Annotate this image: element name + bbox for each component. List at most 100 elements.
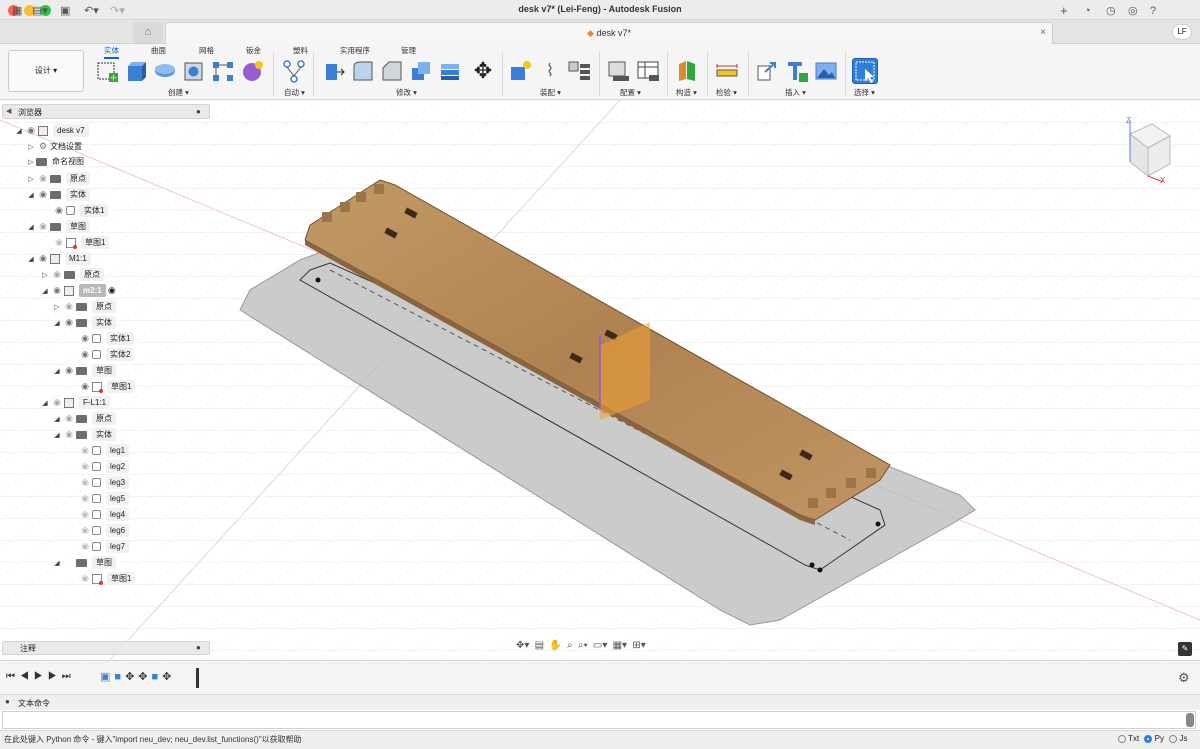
sketch-feature-icon[interactable]: ▣ [100, 671, 114, 683]
tab-mesh[interactable]: 网格 [199, 45, 214, 56]
configure-group-label[interactable]: 配置 ▾ [620, 87, 641, 98]
tree-item-body1[interactable]: ◉ 实体1 [14, 330, 214, 346]
insert-derive-button[interactable] [755, 58, 781, 84]
inspect-group-label[interactable]: 检验 ▾ [716, 87, 737, 98]
extrude-feature-icon[interactable]: ■ [114, 671, 125, 683]
tree-item-leg7[interactable]: ◉ leg7 [14, 538, 214, 554]
create-group-label[interactable]: 创建 ▾ [168, 87, 189, 98]
modify-group-label[interactable]: 修改 ▾ [396, 87, 417, 98]
user-avatar[interactable]: LF [1172, 24, 1192, 40]
tree-item-origin[interactable]: ▷ ◉ 原点 [14, 170, 214, 186]
step-forward-icon[interactable]: ▶ [48, 671, 62, 682]
tree-item-bodies[interactable]: ◢ ◉ 实体 [14, 314, 214, 330]
construct-plane-button[interactable] [674, 58, 700, 84]
tree-item-origin[interactable]: ◢ ◉ 原点 [14, 410, 214, 426]
viewports-icon[interactable]: ⊞▾ [632, 640, 645, 651]
text-commands-pin-icon[interactable]: ● [5, 697, 10, 706]
help-icon[interactable]: ? [1150, 4, 1156, 18]
tree-item-leg5[interactable]: ◉ leg5 [14, 490, 214, 506]
tree-item-sketch1[interactable]: ◉ 草图1 [14, 570, 214, 586]
automate-button[interactable] [281, 58, 307, 84]
notifications-icon[interactable]: ◎ [1128, 4, 1138, 18]
pattern-button[interactable] [210, 58, 236, 84]
tab-manage[interactable]: 管理 [401, 45, 416, 56]
play-icon[interactable]: ▶ [34, 671, 48, 682]
tree-item-fl1[interactable]: ◢ ◉ F-L1:1 [14, 394, 214, 410]
select-group-label[interactable]: 选择 ▾ [854, 87, 875, 98]
tree-item-m2[interactable]: ◢ ◉ m2:1 ◉ [14, 282, 214, 298]
home-icon[interactable]: ⌂ [133, 22, 163, 43]
workspace-switcher[interactable]: 设计 ▾ [8, 50, 84, 92]
tree-item-leg1[interactable]: ◉ leg1 [14, 442, 214, 458]
undo-icon[interactable]: ↶▾ [84, 4, 99, 18]
look-at-icon[interactable]: ▤ [535, 640, 544, 651]
select-button[interactable] [852, 58, 878, 84]
measure-button[interactable] [714, 58, 740, 84]
tree-item-bodies[interactable]: ◢ ◉ 实体 [14, 426, 214, 442]
extrude-feature-icon[interactable]: ■ [152, 671, 163, 683]
activate-radio-icon[interactable]: ◉ [108, 285, 116, 295]
radio-py[interactable] [1144, 734, 1153, 743]
move-icon[interactable]: ✥ [470, 58, 496, 84]
tab-utilities[interactable]: 实用程序 [340, 45, 370, 56]
tree-item-leg3[interactable]: ◉ leg3 [14, 474, 214, 490]
document-tab[interactable]: ◆ desk v7* × [165, 22, 1053, 44]
radio-txt[interactable] [1118, 734, 1126, 743]
tab-sheet-metal[interactable]: 钣金 [246, 45, 261, 56]
notes-pin-icon[interactable]: ● [196, 643, 201, 652]
job-status-icon[interactable]: ◷ [1106, 4, 1116, 18]
command-scrollbar[interactable] [1186, 713, 1194, 727]
fillet-button[interactable] [350, 58, 376, 84]
construct-group-label[interactable]: 构造 ▾ [676, 87, 697, 98]
timeline-settings-icon[interactable]: ⚙ [1178, 670, 1190, 686]
orbit-icon[interactable]: ✥▾ [516, 640, 529, 651]
timeline-marker[interactable] [196, 668, 199, 688]
tree-item-bodies[interactable]: ◢ ◉ 实体 [14, 186, 214, 202]
tree-item-sketches[interactable]: ◢ ◉ 草图 [14, 362, 214, 378]
close-tab-icon[interactable]: × [1040, 27, 1046, 38]
tree-item-sketches[interactable]: ◢ ◉ 草图 [14, 554, 214, 570]
create-sketch-button[interactable]: + [94, 58, 120, 84]
browser-pin-icon[interactable]: ● [196, 107, 201, 116]
zoom-icon[interactable]: ⌕ [567, 640, 573, 651]
pan-icon[interactable]: ✋ [549, 640, 561, 651]
tree-item-leg4[interactable]: ◉ leg4 [14, 506, 214, 522]
revolve-button[interactable] [152, 58, 178, 84]
chamfer-button[interactable] [379, 58, 405, 84]
timeline-features[interactable]: ▣■✥✥■✥ [100, 670, 175, 683]
automate-group-label[interactable]: 自动 ▾ [284, 87, 305, 98]
display-settings-icon[interactable]: ▭▾ [593, 640, 607, 651]
tab-surface[interactable]: 曲面 [151, 45, 166, 56]
grid-settings-icon[interactable]: ▦▾ [613, 640, 627, 651]
tab-plastic[interactable]: 塑料 [293, 45, 308, 56]
tree-item-body2[interactable]: ◉ 实体2 [14, 346, 214, 362]
move-feature-icon[interactable]: ✥ [162, 671, 175, 683]
tree-item-sketch1[interactable]: ◉ 草图1 [14, 234, 214, 250]
table-button[interactable] [635, 58, 661, 84]
tree-item-doc-settings[interactable]: ▷ ⚙ 文档设置 [14, 138, 214, 154]
new-component-assembly-button[interactable] [508, 58, 534, 84]
tree-item-named-views[interactable]: ▷ 命名视图 [14, 154, 214, 170]
new-tab-icon[interactable]: + [1060, 4, 1068, 18]
go-to-end-icon[interactable]: ⏭ [62, 671, 76, 682]
tree-item-m1[interactable]: ◢ ◉ M1:1 [14, 250, 214, 266]
new-component-button[interactable] [240, 58, 266, 84]
redo-icon[interactable]: ↷▾ [110, 4, 125, 18]
press-pull-button[interactable] [321, 58, 347, 84]
tree-item-body1[interactable]: ◉ 实体1 [14, 202, 214, 218]
insert-mcmaster-button[interactable] [784, 58, 810, 84]
combine-button[interactable] [437, 58, 463, 84]
tree-item-origin[interactable]: ▷ ◉ 原点 [14, 266, 214, 282]
assemble-group-label[interactable]: 装配 ▾ [540, 87, 561, 98]
text-commands-header[interactable] [0, 694, 1200, 710]
data-panel-icon[interactable]: ▦ [12, 4, 22, 18]
file-menu-icon[interactable]: ▤▾ [32, 4, 48, 18]
hole-button[interactable] [181, 58, 207, 84]
extrude-button[interactable] [123, 58, 149, 84]
tree-item-leg2[interactable]: ◉ leg2 [14, 458, 214, 474]
go-to-start-icon[interactable]: ⏮ [6, 671, 20, 682]
shell-button[interactable] [408, 58, 434, 84]
configure-button[interactable] [605, 58, 631, 84]
tree-item-leg6[interactable]: ◉ leg6 [14, 522, 214, 538]
insert-group-label[interactable]: 插入 ▾ [785, 87, 806, 98]
